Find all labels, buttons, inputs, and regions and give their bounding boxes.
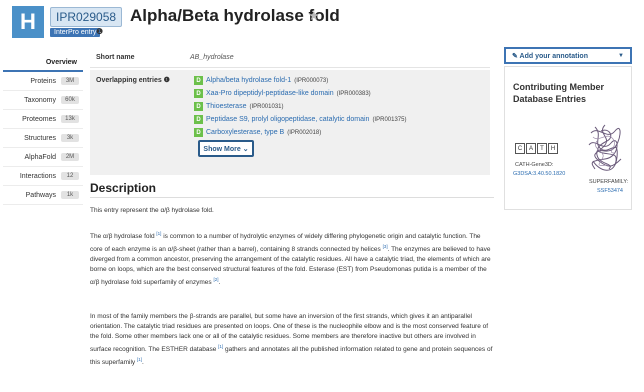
overlapping-entry-accession: (IPR001375)	[372, 116, 407, 123]
sidebar-item-proteomes[interactable]: Proteomes 13k	[3, 110, 83, 129]
sidebar-item-interactions[interactable]: Interactions 12	[3, 167, 83, 186]
overlapping-entries-label: Overlapping entries ❶	[96, 77, 170, 84]
overlapping-entry[interactable]: D Carboxylesterase, type B (IPR002018)	[194, 126, 406, 139]
show-more-button[interactable]: Show More ⌄	[198, 140, 254, 157]
homologous-superfamily-icon: H	[12, 6, 44, 38]
overlapping-entry-link[interactable]: Carboxylesterase, type B	[206, 129, 284, 136]
entry-type-badge: InterPro entry	[50, 28, 101, 37]
short-name-row: Short name AB_hydrolase	[90, 48, 490, 68]
tab-overview[interactable]: Overview	[3, 56, 83, 72]
cath-gene3d-link[interactable]: G3DSA:3.40.50.1820	[513, 171, 565, 177]
overlapping-entry-link[interactable]: Peptidase S9, prolyl oligopeptidase, cat…	[206, 116, 369, 123]
entry-header: H IPR029058 Alpha/Beta hydrolase fold ★ …	[12, 6, 632, 40]
overlapping-entry[interactable]: D Alpha/beta hydrolase fold-1 (IPR000073…	[194, 74, 406, 87]
sidebar-item-label: Proteomes	[22, 115, 56, 123]
sidebar-item-label: Structures	[24, 134, 56, 142]
description-paragraph: In most of the family members the β-stra…	[90, 313, 493, 367]
overlapping-entry-link[interactable]: Thioesterase	[206, 103, 246, 110]
sidebar-item-taxonomy[interactable]: Taxonomy 60k	[3, 91, 83, 110]
overlapping-entry-accession: (IPR000073)	[294, 77, 329, 84]
count-badge: 3k	[61, 134, 79, 142]
overlapping-entry-accession: (IPR000383)	[336, 90, 371, 97]
member-database-title: Contributing Member Database Entries	[513, 82, 604, 104]
favorite-star-icon[interactable]: ★	[308, 8, 320, 24]
overlapping-entry[interactable]: D Thioesterase (IPR001031)	[194, 100, 406, 113]
sidebar-item-label: Interactions	[19, 172, 56, 180]
add-annotation-label: ✎ Add your annotation	[512, 52, 588, 60]
domain-icon: D	[194, 115, 203, 124]
overlapping-entry-accession: (IPR001031)	[249, 103, 284, 110]
superfamily-link[interactable]: SSF53474	[597, 188, 623, 194]
sidebar-item-alphafold[interactable]: AlphaFold 2M	[3, 148, 83, 167]
short-name-value: AB_hydrolase	[190, 54, 234, 61]
domain-icon: D	[194, 128, 203, 137]
overview-table: Short name AB_hydrolase Overlapping entr…	[90, 48, 490, 175]
overlapping-entries-row: Overlapping entries ❶ D Alpha/beta hydro…	[90, 70, 490, 175]
divider	[90, 197, 494, 198]
member-database-panel: Contributing Member Database Entries C A…	[504, 66, 632, 210]
info-icon[interactable]: ❶	[96, 27, 103, 36]
sidebar-item-label: Taxonomy	[24, 96, 56, 104]
overlapping-entry-link[interactable]: Alpha/beta hydrolase fold-1	[206, 77, 291, 84]
sidebar-item-label: Proteins	[30, 77, 56, 85]
overlapping-entry[interactable]: D Xaa-Pro dipeptidyl-peptidase-like doma…	[194, 87, 406, 100]
domain-icon: D	[194, 89, 203, 98]
sidebar-item-structures[interactable]: Structures 3k	[3, 129, 83, 148]
accession-badge: IPR029058	[50, 7, 123, 27]
sidebar-item-label: Pathways	[25, 191, 56, 199]
protein-structure-icon	[588, 124, 622, 171]
domain-icon: D	[194, 102, 203, 111]
count-badge: 3M	[61, 77, 79, 85]
description-heading: Description	[90, 181, 157, 195]
sidebar-item-proteins[interactable]: Proteins 3M	[3, 72, 83, 91]
count-badge: 12	[61, 172, 79, 180]
overlapping-entry-accession: (IPR002018)	[287, 129, 322, 136]
count-badge: 2M	[61, 153, 79, 161]
add-annotation-button[interactable]: ✎ Add your annotation ▼	[504, 47, 632, 64]
description-paragraph: This entry represent the α/β hydrolase f…	[90, 207, 214, 214]
superfamily-label: SUPERFAMILY:	[589, 179, 629, 185]
overlapping-entry[interactable]: D Peptidase S9, prolyl oligopeptidase, c…	[194, 113, 406, 126]
short-name-label: Short name	[96, 54, 135, 61]
overlapping-entries-list: D Alpha/beta hydrolase fold-1 (IPR000073…	[194, 74, 406, 139]
cath-gene3d-label: CATH-Gene3D:	[515, 162, 554, 168]
sidebar-nav: Overview Proteins 3M Taxonomy 60k Proteo…	[3, 56, 83, 205]
count-badge: 60k	[61, 96, 79, 104]
description-paragraph: The α/β hydrolase fold [1] is common to …	[90, 231, 491, 287]
domain-icon: D	[194, 76, 203, 85]
count-badge: 1k	[61, 191, 79, 199]
count-badge: 13k	[61, 115, 79, 123]
caret-down-icon: ▼	[618, 52, 624, 59]
sidebar-item-pathways[interactable]: Pathways 1k	[3, 186, 83, 205]
sidebar-item-label: AlphaFold	[24, 153, 56, 161]
cath-logo-icon: C A T H	[515, 143, 559, 154]
overlapping-entry-link[interactable]: Xaa-Pro dipeptidyl-peptidase-like domain	[206, 90, 334, 97]
